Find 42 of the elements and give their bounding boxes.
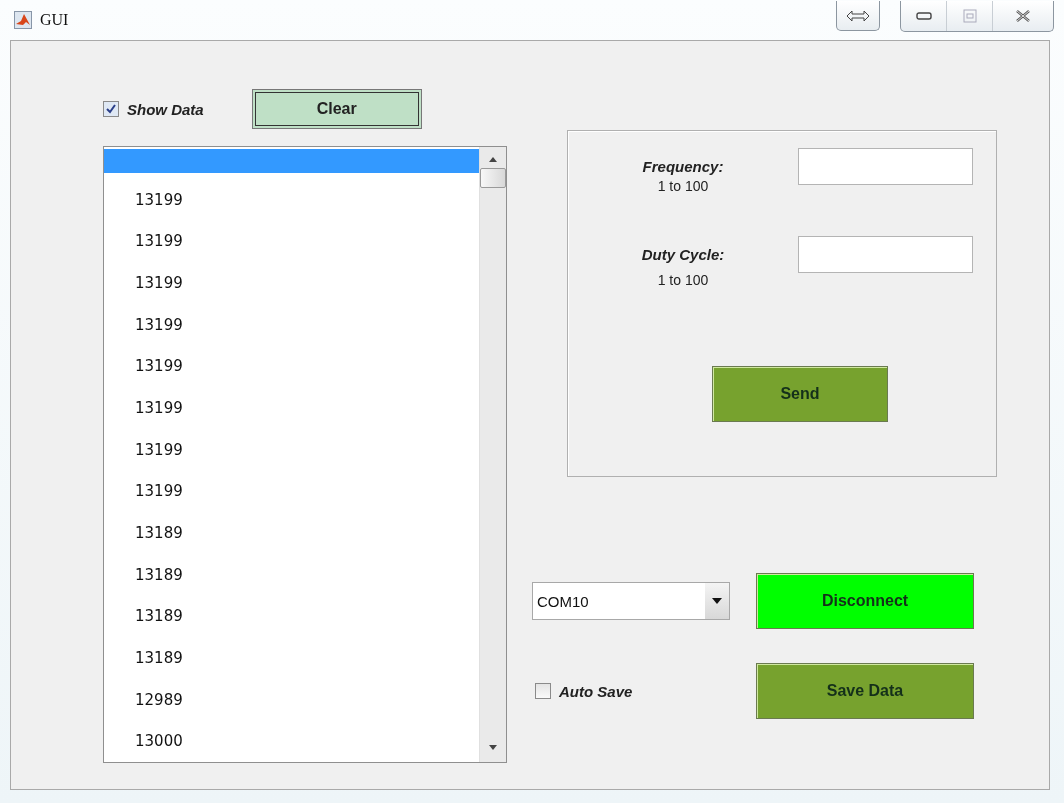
input-field[interactable] [798, 236, 973, 273]
field-label: Duty Cycle: [641, 246, 725, 263]
port-dropdown[interactable]: COM10 [532, 582, 730, 620]
window-title: GUI [40, 11, 70, 29]
scroll-up-icon[interactable] [489, 157, 497, 162]
clear-button[interactable]: Clear [251, 89, 422, 129]
list-item[interactable]: 13189 [104, 637, 479, 679]
send-button[interactable]: Send [712, 366, 888, 422]
range-hint: 1 to 100 [657, 178, 709, 194]
list-item[interactable]: 13199 [104, 262, 479, 304]
swap-arrows-button[interactable] [836, 1, 880, 31]
list-item[interactable]: 13199 [104, 428, 479, 471]
checkbox[interactable] [103, 101, 119, 117]
list-item[interactable]: 13199 [104, 387, 479, 429]
list-item[interactable]: 13189 [104, 553, 479, 596]
double-arrow-icon [846, 9, 870, 22]
scroll-down-icon[interactable] [489, 745, 497, 750]
scroll-thumb[interactable] [480, 168, 506, 188]
checkbox[interactable] [535, 683, 551, 699]
list-item[interactable]: 13199 [104, 470, 479, 513]
save-data-button[interactable]: Save Data [756, 663, 974, 719]
scrollbar[interactable] [479, 147, 506, 762]
show-data-label: Show Data [127, 100, 204, 118]
list-item[interactable]: 13189 [104, 595, 479, 637]
auto-save-label: Auto Save [559, 682, 633, 700]
maximize-icon [962, 8, 977, 23]
list-item[interactable]: 13199 [104, 345, 479, 388]
list-item[interactable]: 13199 [104, 220, 479, 263]
data-list[interactable]: 13199 13199 13199 13199 13199 13199 13199 13199 13189 13189 13189 13189 12989 13000 [103, 146, 507, 763]
disconnect-button[interactable]: Disconnect [756, 573, 974, 629]
list-item[interactable]: 13199 [104, 178, 479, 221]
app-logo-icon [14, 11, 32, 29]
input-field[interactable] [798, 148, 973, 185]
close-icon [1015, 8, 1031, 23]
list-item[interactable]: 13000 [104, 720, 479, 762]
caret-icon [712, 598, 722, 604]
range-hint: 1 to 100 [657, 272, 709, 288]
field-label: Frequency: [642, 158, 724, 175]
minimize-icon [915, 11, 932, 20]
list-item[interactable]: 13189 [104, 512, 479, 554]
list-item[interactable]: 12989 [104, 678, 479, 721]
list-item[interactable]: 13199 [104, 303, 479, 346]
